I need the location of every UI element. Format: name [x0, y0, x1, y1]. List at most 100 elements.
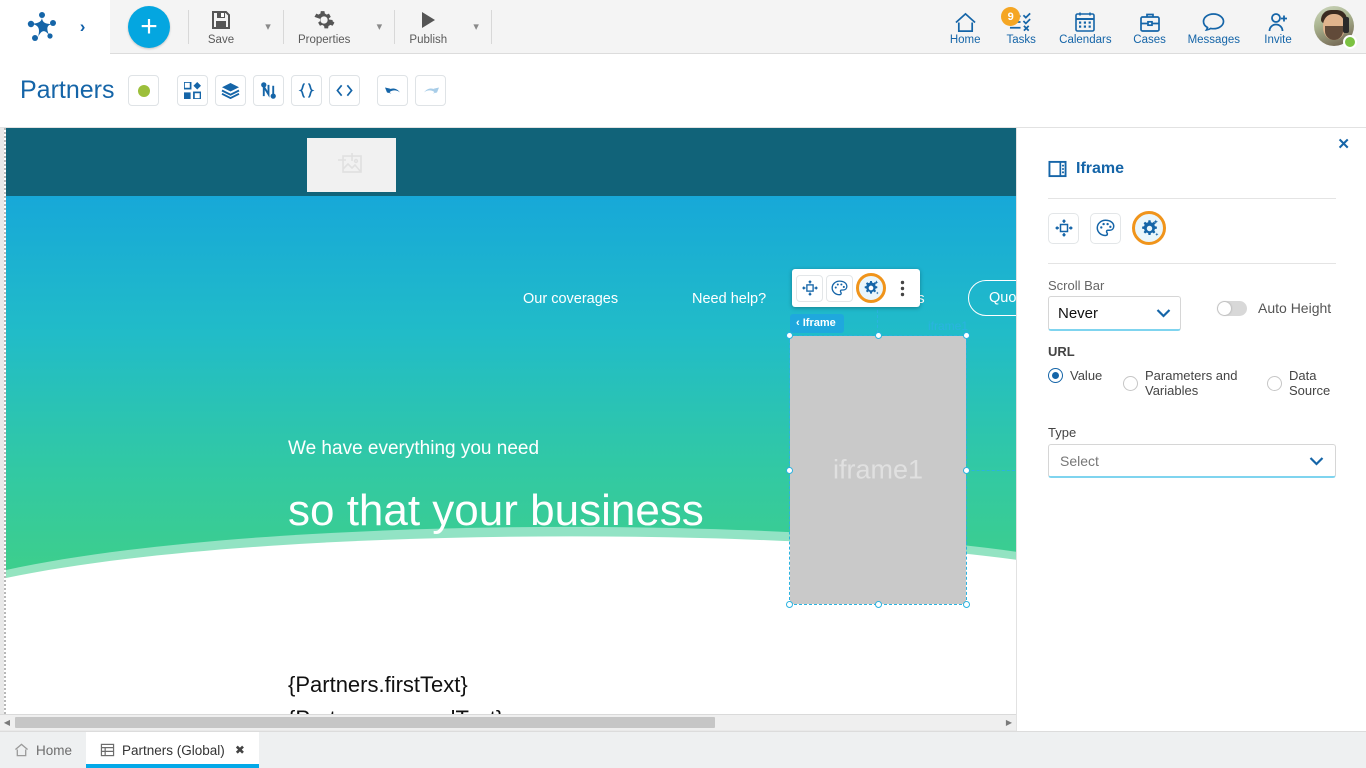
publish-button[interactable]: Publish	[395, 8, 461, 46]
site-nav-item-help[interactable]: Need help?	[692, 291, 766, 307]
resize-handle-sw[interactable]	[786, 601, 793, 608]
auto-height-toggle[interactable]	[1217, 300, 1247, 316]
site-quote-button[interactable]: Quote	[968, 280, 1016, 316]
publish-label: Publish	[409, 33, 448, 46]
logo-image-placeholder[interactable]	[307, 138, 396, 192]
widget-breadcrumb-tag[interactable]: ‹ Iframe	[790, 314, 844, 333]
resize-handle-se[interactable]	[963, 601, 970, 608]
components-icon	[184, 82, 202, 99]
properties-button[interactable]: Properties	[284, 8, 364, 46]
scrollbar-select-value: Never	[1058, 304, 1099, 322]
chevron-right-icon[interactable]: ›	[80, 18, 86, 35]
briefcase-icon	[1139, 7, 1161, 33]
site-nav-item-coverages[interactable]: Our coverages	[523, 291, 618, 307]
page-icon	[100, 743, 115, 757]
resize-handle-nw[interactable]	[786, 332, 793, 339]
publish-dropdown-caret[interactable]: ▾	[461, 20, 491, 33]
iframe-widget[interactable]: iframe1	[786, 332, 970, 608]
redo-icon	[422, 83, 440, 98]
more-vertical-icon-button[interactable]	[889, 274, 916, 302]
components-button[interactable]	[177, 75, 209, 106]
scroll-left-arrow[interactable]: ◀	[0, 715, 14, 731]
nav-cases-label: Cases	[1133, 34, 1166, 46]
add-zone: +	[110, 5, 188, 48]
layers-button[interactable]	[215, 75, 247, 106]
resize-handle-s[interactable]	[875, 601, 882, 608]
avatar[interactable]	[1314, 5, 1357, 49]
move-icon-button[interactable]	[796, 274, 823, 302]
scrollbar-select[interactable]: Never	[1048, 296, 1181, 331]
nav-messages[interactable]: Messages	[1178, 7, 1250, 46]
status-badge[interactable]	[128, 75, 160, 106]
code-button[interactable]	[329, 75, 361, 106]
variables-button[interactable]	[291, 75, 323, 106]
panel-tab-settings[interactable]	[1132, 211, 1166, 245]
panel-tab-position[interactable]	[1048, 212, 1079, 244]
nav-calendars[interactable]: Calendars	[1049, 7, 1121, 46]
save-dropdown-caret[interactable]: ▾	[253, 20, 283, 33]
nav-home[interactable]: Home	[937, 7, 993, 46]
palette-icon	[1096, 219, 1115, 237]
properties-dropdown-caret[interactable]: ▾	[364, 20, 394, 33]
nav-cases[interactable]: Cases	[1122, 7, 1178, 46]
bottom-taskbar: Home Partners (Global) ✖	[0, 731, 1366, 768]
canvas-page[interactable]: Our coverages Need help? Solutions Quote…	[4, 128, 1016, 714]
canvas-area[interactable]: Our coverages Need help? Solutions Quote…	[0, 128, 1016, 734]
palette-icon-button[interactable]	[826, 274, 853, 302]
type-select[interactable]: Select	[1048, 444, 1336, 478]
page-toolbar: Partners	[0, 54, 1366, 160]
scroll-right-arrow[interactable]: ▶	[1002, 715, 1016, 731]
chevron-down-icon	[1156, 308, 1171, 318]
radio-parameters[interactable]	[1123, 375, 1138, 391]
resize-handle-w[interactable]	[786, 467, 793, 474]
gear-icon	[313, 8, 335, 32]
token-first-text: {Partners.firstText}	[288, 672, 468, 697]
add-button[interactable]: +	[128, 5, 170, 48]
data-flow-button[interactable]	[253, 75, 285, 106]
hero-headline-text[interactable]: so that your business never stops	[288, 486, 808, 586]
canvas-horizontal-scrollbar[interactable]: ◀ ▶	[0, 714, 1016, 730]
nav-tasks[interactable]: 9 Tasks	[993, 7, 1049, 46]
taskbar-tab-home[interactable]: Home	[0, 732, 86, 768]
redo-button[interactable]	[415, 75, 447, 106]
save-label: Save	[207, 33, 235, 46]
resize-handle-n[interactable]	[875, 332, 882, 339]
nav-invite[interactable]: Invite	[1250, 7, 1306, 46]
panel-title: Iframe	[1076, 160, 1125, 177]
settings-gear-icon-button[interactable]	[856, 273, 886, 303]
panel-tab-style[interactable]	[1090, 212, 1121, 244]
more-vertical-icon	[900, 280, 905, 297]
move-icon	[1054, 219, 1073, 237]
properties-label: Properties	[298, 33, 351, 46]
url-option-value[interactable]: Value	[1048, 368, 1102, 383]
nav-invite-label: Invite	[1264, 34, 1292, 46]
save-button[interactable]: Save	[189, 8, 253, 46]
plus-icon: +	[140, 9, 158, 43]
url-option-datasource[interactable]: Data Source	[1267, 368, 1347, 398]
panel-header: Iframe	[1048, 160, 1124, 178]
type-label: Type	[1048, 425, 1077, 440]
url-option-datasource-label: Data Source	[1289, 368, 1331, 398]
site-header[interactable]	[6, 128, 1016, 196]
resize-handle-e[interactable]	[963, 467, 970, 474]
radio-value[interactable]	[1048, 368, 1063, 383]
variables-icon	[298, 82, 315, 99]
iframe-icon	[1048, 160, 1067, 178]
starfish-logo-icon[interactable]	[25, 10, 59, 44]
code-icon	[336, 83, 354, 98]
taskbar-tab-partners[interactable]: Partners (Global) ✖	[86, 732, 259, 768]
scrollbar-thumb[interactable]	[15, 717, 715, 728]
hero-kicker-text[interactable]: We have everything you need	[288, 438, 539, 460]
close-icon[interactable]: ✕	[1337, 137, 1350, 152]
radio-datasource[interactable]	[1267, 375, 1282, 391]
undo-button[interactable]	[377, 75, 409, 106]
divider	[1048, 198, 1336, 199]
resize-handle-ne[interactable]	[963, 332, 970, 339]
nav-messages-label: Messages	[1187, 34, 1240, 46]
url-option-parameters[interactable]: Parameters and Variables	[1123, 368, 1253, 398]
add-user-icon	[1267, 7, 1290, 33]
close-icon[interactable]: ✖	[235, 743, 245, 757]
home-outline-icon	[14, 743, 29, 757]
token-text-block[interactable]: {Partners.firstText} {Partners.secondTex…	[288, 668, 503, 714]
home-icon	[954, 7, 977, 33]
